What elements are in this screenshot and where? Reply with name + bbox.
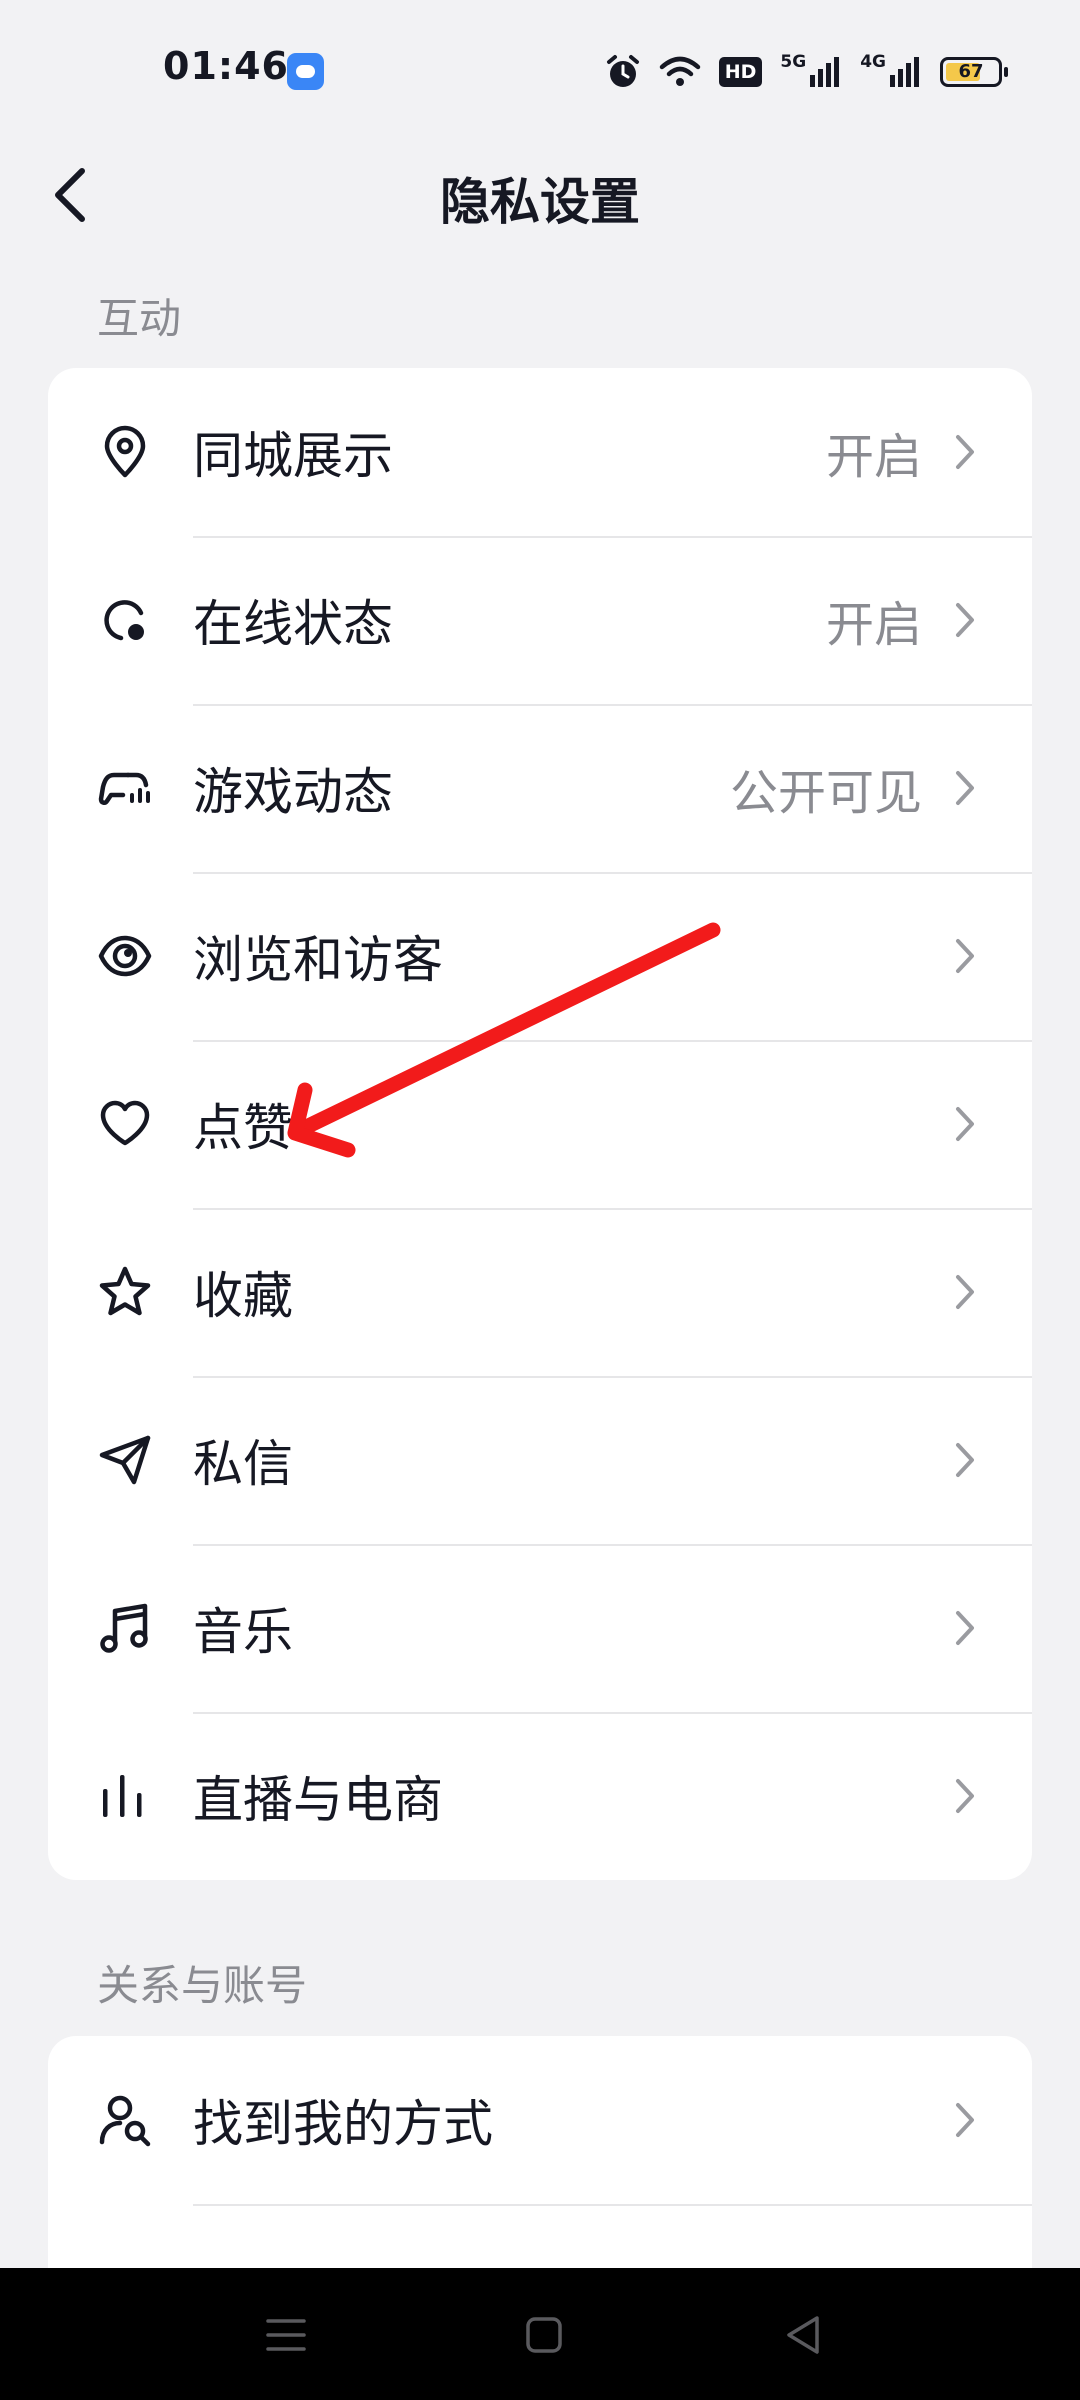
status-bar: 01:46 HD 5G 4G 67 <box>0 0 1080 140</box>
row-label: 同城展示 <box>193 427 393 485</box>
row-label: 在线状态 <box>193 595 393 653</box>
chevron-right-icon <box>956 1779 974 1813</box>
row-value: 开启 <box>825 429 922 485</box>
chevron-right-icon <box>956 771 974 805</box>
app-notification-icon <box>287 53 324 90</box>
chevron-right-icon <box>956 1275 974 1309</box>
row-label: 私信 <box>193 1435 293 1493</box>
row-label: 游戏动态 <box>193 763 393 821</box>
location-pin-icon <box>98 425 152 479</box>
settings-row-favorites[interactable]: 收藏 <box>48 1208 1032 1376</box>
eye-icon <box>98 929 152 983</box>
row-label: 点赞 <box>193 1099 293 1157</box>
heart-icon <box>98 1097 152 1151</box>
battery-icon: 67 <box>940 57 1008 87</box>
hd-icon: HD <box>718 52 763 92</box>
row-label: 找到我的方式 <box>193 2095 493 2153</box>
settings-row-music[interactable]: 音乐 <box>48 1544 1032 1712</box>
row-label: 浏览和访客 <box>193 931 443 989</box>
signal-4g-icon: 4G <box>860 52 922 92</box>
chevron-right-icon <box>956 1107 974 1141</box>
home-button[interactable] <box>517 2308 571 2362</box>
online-status-icon <box>98 593 152 647</box>
menu-icon <box>266 2319 306 2351</box>
row-label: 音乐 <box>193 1603 293 1661</box>
back-triangle-icon <box>787 2316 819 2354</box>
chevron-right-icon <box>956 939 974 973</box>
star-icon <box>98 1265 152 1319</box>
signal-5g-icon: 5G <box>780 52 842 92</box>
chevron-right-icon <box>956 1443 974 1477</box>
row-value: 开启 <box>825 597 922 653</box>
row-label: 收藏 <box>193 1267 293 1325</box>
wifi-icon <box>659 52 701 92</box>
settings-row-messages[interactable]: 私信 <box>48 1376 1032 1544</box>
settings-card-interaction: 同城展示 开启 在线状态 开启 游戏动态 公开可见 浏览和访客 点赞 收藏 私信… <box>48 368 1032 1880</box>
nav-header: 隐私设置 <box>0 140 1080 250</box>
bars-icon <box>98 1769 152 1823</box>
music-note-icon <box>98 1601 152 1655</box>
settings-row-find-me[interactable]: 找到我的方式 <box>48 2036 1032 2204</box>
send-icon <box>98 1433 152 1487</box>
page-title: 隐私设置 <box>440 173 640 231</box>
row-value: 公开可见 <box>729 765 922 821</box>
settings-row-live-commerce[interactable]: 直播与电商 <box>48 1712 1032 1880</box>
chevron-right-icon <box>956 2103 974 2137</box>
settings-row-likes[interactable]: 点赞 <box>48 1040 1032 1208</box>
section-title-interaction: 互动 <box>97 294 182 343</box>
gamepad-icon <box>98 761 152 815</box>
chevron-right-icon <box>956 603 974 637</box>
back-nav-button[interactable] <box>776 2308 830 2362</box>
alarm-icon <box>605 52 641 92</box>
user-search-icon <box>98 2093 152 2147</box>
chevron-right-icon <box>956 435 974 469</box>
row-label: 直播与电商 <box>193 1771 443 1829</box>
system-nav-bar <box>0 2268 1080 2400</box>
section-title-relationship: 关系与账号 <box>97 1961 308 2010</box>
status-time: 01:46 <box>163 44 289 88</box>
settings-row-browse-visitors[interactable]: 浏览和访客 <box>48 872 1032 1040</box>
chevron-right-icon <box>956 1611 974 1645</box>
settings-row-local-display[interactable]: 同城展示 开启 <box>48 368 1032 536</box>
menu-button[interactable] <box>259 2308 313 2362</box>
settings-row-game-activity[interactable]: 游戏动态 公开可见 <box>48 704 1032 872</box>
settings-row-online-status[interactable]: 在线状态 开启 <box>48 536 1032 704</box>
home-icon <box>526 2317 562 2353</box>
status-icons: HD 5G 4G 67 <box>605 50 1008 94</box>
battery-level: 67 <box>958 61 984 82</box>
